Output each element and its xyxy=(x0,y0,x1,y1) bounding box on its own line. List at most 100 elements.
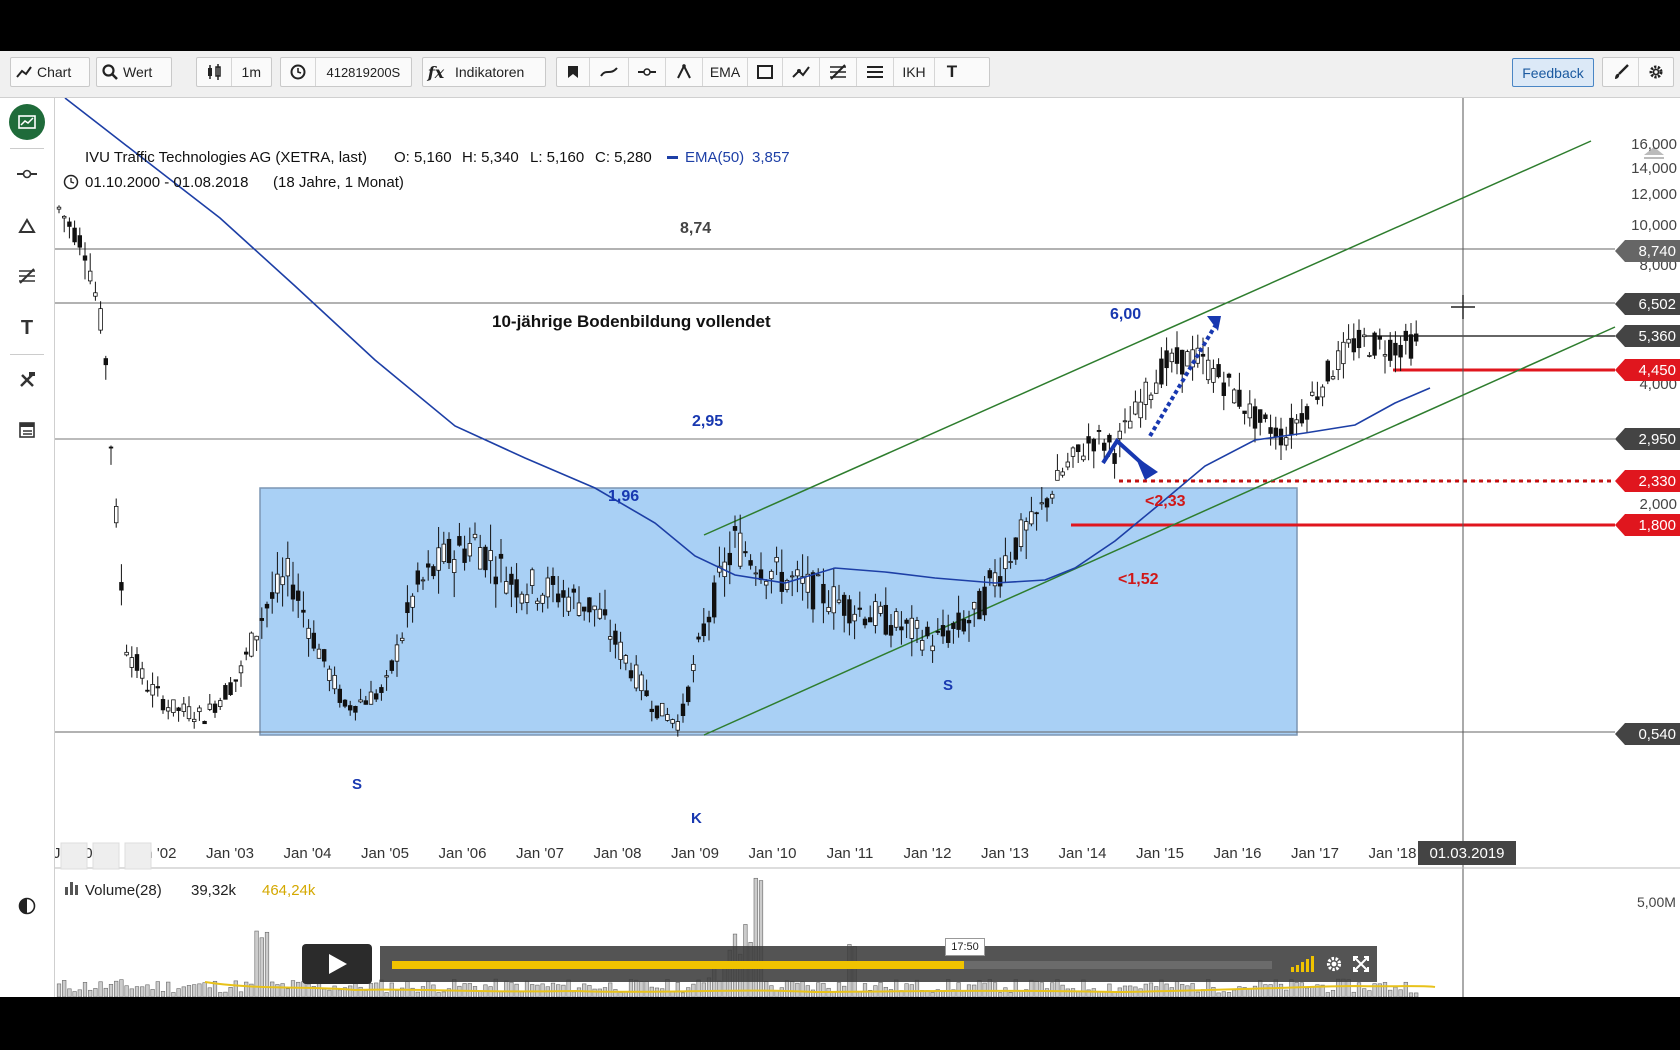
fibonacci-icon[interactable] xyxy=(820,58,857,86)
volume-bar xyxy=(98,981,103,997)
volume-bar xyxy=(72,991,77,997)
candle xyxy=(1325,359,1330,385)
chart-type-button[interactable]: Chart xyxy=(10,57,90,87)
chart-mini-buttons[interactable] xyxy=(60,842,152,870)
label-295: 2,95 xyxy=(692,413,723,430)
volume-bar xyxy=(192,984,197,997)
fullscreen-icon[interactable] xyxy=(1352,955,1370,978)
volume-bar xyxy=(519,991,524,997)
chart-area[interactable]: 10-jährige Bodenbildung vollendet 8,74 6… xyxy=(53,97,1680,997)
play-button[interactable] xyxy=(302,944,372,984)
volume-level-icon[interactable] xyxy=(1290,955,1316,978)
text-tool[interactable]: T xyxy=(935,58,969,86)
volume-bar xyxy=(233,980,238,997)
player-settings-icon[interactable] xyxy=(1325,955,1343,978)
candle xyxy=(894,608,899,631)
volume-bar xyxy=(171,992,176,997)
volume-bar xyxy=(1304,987,1310,997)
bookmark-icon[interactable] xyxy=(557,58,590,86)
volume-bar xyxy=(571,991,576,997)
legend-instrument: IVU Traffic Technologies AG (XETRA, last… xyxy=(85,149,367,166)
volume-bar xyxy=(686,987,691,997)
volume-bar xyxy=(1044,988,1050,997)
label-196: 1,96 xyxy=(608,488,639,505)
time-axis-label: Jan '12 xyxy=(904,845,952,862)
volume-bar xyxy=(270,981,275,997)
settings-group xyxy=(1602,57,1674,87)
candle xyxy=(1185,349,1190,367)
volume-bar xyxy=(1278,983,1284,997)
time-axis-label: Jan '03 xyxy=(206,845,254,862)
play-icon xyxy=(329,954,347,974)
time-axis-label: Jan '08 xyxy=(594,845,642,862)
indicators-label: Indikatoren xyxy=(455,64,525,80)
volume-bar xyxy=(145,984,150,997)
price-chart[interactable]: 10-jährige Bodenbildung vollendet 8,74 6… xyxy=(53,97,1680,997)
value-button[interactable]: Wert xyxy=(96,57,172,87)
volume-bar xyxy=(155,981,160,997)
volume-bar xyxy=(337,989,342,997)
fork-icon[interactable] xyxy=(666,58,703,86)
contrast-icon[interactable] xyxy=(9,888,45,924)
volume-bar xyxy=(1138,988,1143,997)
volume-bar xyxy=(56,983,62,997)
volume-bar xyxy=(1408,992,1414,997)
volume-bar xyxy=(119,979,124,997)
line-chart-icon xyxy=(11,66,37,78)
price-tag: 6,502 xyxy=(1615,293,1680,315)
volume-bar xyxy=(940,991,946,997)
price-tag: 4,450 xyxy=(1615,359,1680,381)
text-tool-icon[interactable]: T xyxy=(9,310,45,346)
time-axis-label: Jan '11 xyxy=(827,845,874,862)
time-axis-label: Jan '16 xyxy=(1214,845,1262,862)
fibonacci-tool-icon[interactable] xyxy=(9,258,45,294)
brush-icon[interactable] xyxy=(1603,58,1640,86)
menu-lines-icon[interactable] xyxy=(857,58,894,86)
volume-bar xyxy=(618,992,623,997)
volume-bar xyxy=(1310,986,1315,997)
candle xyxy=(223,683,228,700)
list-panel-icon[interactable] xyxy=(9,412,45,448)
volume-bar xyxy=(67,988,72,997)
volume-bar xyxy=(1070,988,1076,997)
path-icon[interactable] xyxy=(783,58,820,86)
price-tag: 1,800 xyxy=(1615,514,1680,536)
time-axis-label: Jan '04 xyxy=(284,845,332,862)
ikh-tool[interactable]: IKH xyxy=(894,58,935,86)
rectangle-icon[interactable] xyxy=(748,58,783,86)
volume-bar xyxy=(384,992,389,997)
time-range-button[interactable]: 412819200S xyxy=(280,57,412,87)
progress-track[interactable] xyxy=(392,961,1272,969)
tools-icon[interactable] xyxy=(9,362,45,398)
volume-bar xyxy=(1330,989,1336,997)
feedback-button[interactable]: Feedback xyxy=(1512,58,1594,87)
chart-panel-icon[interactable] xyxy=(9,104,45,140)
gear-icon[interactable] xyxy=(1639,58,1673,86)
legend-high: H: 5,340 xyxy=(462,149,519,166)
ema-tool[interactable]: EMA xyxy=(703,58,748,86)
label-s-left: S xyxy=(352,776,362,793)
volume-bar xyxy=(332,985,337,997)
volume-bar xyxy=(218,992,223,997)
time-axis-label: Jan '13 xyxy=(981,845,1029,862)
volume-bar xyxy=(129,988,134,997)
volume-bar xyxy=(166,981,171,997)
volume-bar xyxy=(176,988,181,997)
time-axis-label: Jan '18 xyxy=(1369,845,1417,862)
trendline-icon[interactable] xyxy=(590,58,629,86)
interval-button[interactable]: 1m xyxy=(196,57,272,87)
candle xyxy=(977,588,982,620)
volume-bar xyxy=(1211,987,1216,997)
volume-bar xyxy=(181,986,186,997)
line-tool-icon[interactable] xyxy=(9,156,45,192)
volume-bar xyxy=(576,987,582,997)
legend-ema-value: 3,857 xyxy=(752,149,790,166)
time-axis-label: Jan '07 xyxy=(516,845,564,862)
indicators-button[interactable]: fx Indikatoren xyxy=(422,57,546,87)
volume-bar xyxy=(597,988,602,997)
horizontal-line-icon[interactable] xyxy=(629,58,666,86)
player-bar: 17:50 xyxy=(380,938,1377,982)
volume-bar xyxy=(1065,988,1070,997)
triangle-tool-icon[interactable] xyxy=(9,208,45,244)
volume-avg: 464,24k xyxy=(262,882,316,899)
